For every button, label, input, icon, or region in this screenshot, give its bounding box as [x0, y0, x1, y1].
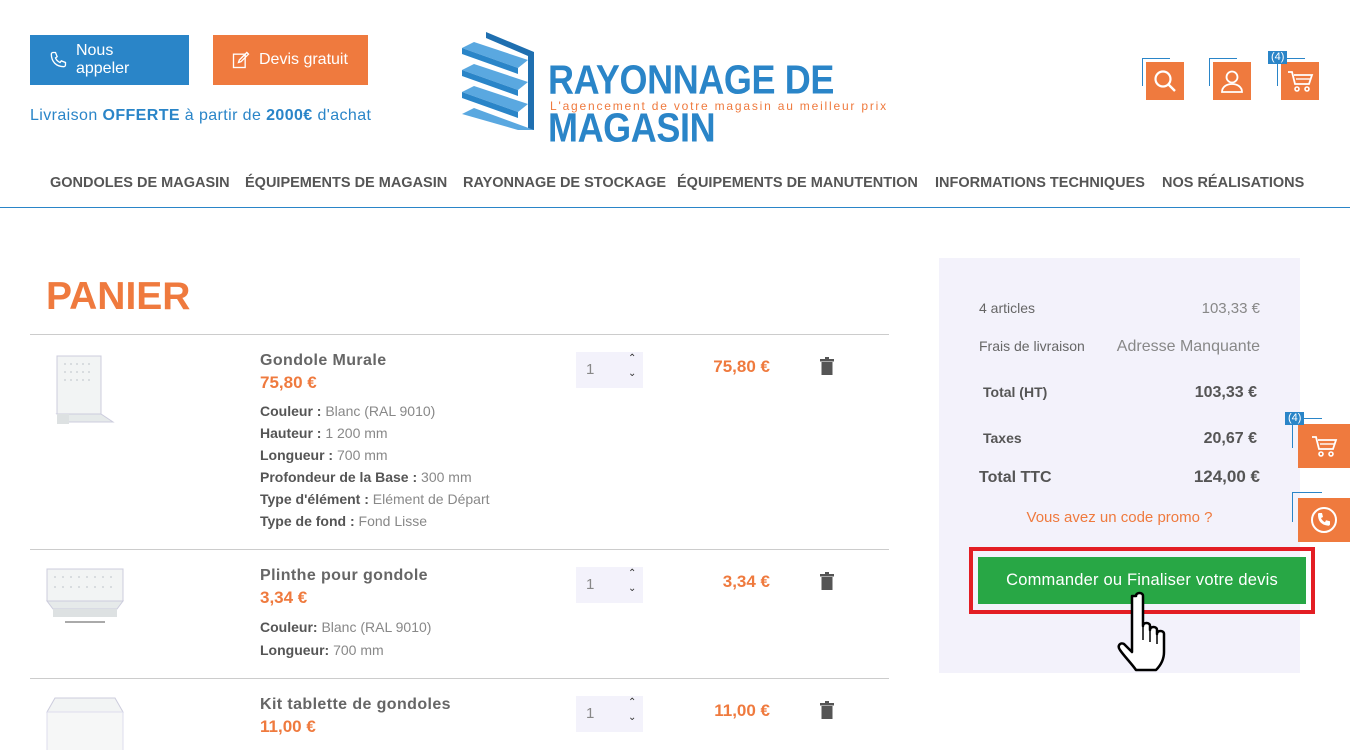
quantity-stepper[interactable]: 1 ⌃ ⌄ [576, 352, 643, 388]
decrement-icon[interactable]: ⌄ [628, 583, 636, 594]
line-total: 3,34 € [722, 572, 770, 591]
cart-item: Gondole Murale 75,80 € Couleur : Blanc (… [30, 352, 889, 542]
nav-informations-techniques[interactable]: INFORMATIONS TECHNIQUES [935, 175, 1145, 191]
quantity-value[interactable]: 1 [586, 361, 594, 378]
increment-icon[interactable]: ⌃ [628, 353, 636, 364]
promo-code-link[interactable]: Vous avez un code promo ? [939, 509, 1300, 526]
phone-icon [50, 51, 67, 68]
summary-value: 103,33 € [1194, 384, 1257, 401]
summary-taxes-row: Taxes 20,67 € [983, 430, 1257, 448]
call-button[interactable]: Nous appeler [30, 35, 189, 85]
nav-gondoles[interactable]: GONDOLES DE MAGASIN [50, 175, 230, 191]
delivery-banner: Livraison OFFERTE à partir de 2000€ d'ac… [30, 107, 372, 124]
decrement-icon[interactable]: ⌄ [628, 712, 636, 723]
divider [30, 334, 889, 335]
cart-item: Plinthe pour gondole 3,34 € Couleur: Bla… [30, 567, 889, 667]
summary-value: 20,67 € [1203, 430, 1257, 447]
divider [30, 549, 889, 550]
page-title: PANIER [46, 275, 191, 318]
nav-rayonnage-stockage[interactable]: RAYONNAGE DE STOCKAGE [463, 175, 666, 191]
increment-icon[interactable]: ⌃ [628, 697, 636, 708]
trash-icon[interactable] [820, 572, 834, 590]
quantity-value[interactable]: 1 [586, 576, 594, 593]
summary-label: Total (HT) [983, 384, 1048, 400]
divider [30, 678, 889, 679]
product-name[interactable]: Plinthe pour gondole [260, 567, 428, 585]
summary-label: Taxes [983, 430, 1022, 446]
product-attribute: Couleur: Blanc (RAL 9010) [260, 619, 432, 635]
product-attribute: Longueur: 700 mm [260, 642, 384, 658]
summary-value: 103,33 € [1201, 300, 1260, 317]
nav-equipements-magasin[interactable]: ÉQUIPEMENTS DE MAGASIN [245, 175, 447, 191]
summary-value: 124,00 € [1193, 467, 1260, 486]
product-attribute: Profondeur de la Base : 300 mm [260, 469, 472, 485]
line-total: 11,00 € [714, 701, 770, 720]
side-cart-button[interactable]: (4) [1285, 412, 1350, 468]
free-quote-label: Devis gratuit [259, 51, 348, 68]
cart-item: Kit tablette de gondoles 11,00 € 1 ⌃ ⌄ 1… [30, 696, 889, 750]
product-unit-price: 75,80 € [260, 373, 317, 392]
nav-realisations[interactable]: NOS RÉALISATIONS [1162, 175, 1304, 191]
summary-label: Total TTC [979, 469, 1052, 486]
product-attribute: Couleur : Blanc (RAL 9010) [260, 403, 436, 419]
product-unit-price: 11,00 € [260, 717, 316, 736]
edit-icon [232, 51, 250, 69]
trash-icon[interactable] [820, 701, 834, 719]
quantity-stepper[interactable]: 1 ⌃ ⌄ [576, 696, 643, 732]
nav-equipements-manutention[interactable]: ÉQUIPEMENTS DE MANUTENTION [677, 175, 918, 191]
product-name[interactable]: Gondole Murale [260, 352, 387, 370]
product-attribute: Longueur : 700 mm [260, 447, 388, 463]
main-navigation: GONDOLES DE MAGASIN ÉQUIPEMENTS DE MAGAS… [0, 160, 1350, 208]
decrement-icon[interactable]: ⌄ [628, 368, 636, 379]
summary-value: Adresse Manquante [1116, 338, 1260, 355]
summary-total-ht-row: Total (HT) 103,33 € [983, 384, 1257, 402]
quantity-value[interactable]: 1 [586, 705, 594, 722]
side-cart-count-badge: (4) [1285, 412, 1305, 425]
pointer-hand-icon [1117, 591, 1166, 672]
site-logo[interactable]: RAYONNAGE DE MAGASIN L'agencement de vot… [458, 30, 898, 151]
shelving-logo-icon [462, 32, 534, 130]
increment-icon[interactable]: ⌃ [628, 568, 636, 579]
free-quote-button[interactable]: Devis gratuit [213, 35, 368, 85]
quantity-stepper[interactable]: 1 ⌃ ⌄ [576, 567, 643, 603]
search-button[interactable] [1142, 58, 1184, 100]
summary-label: 4 articles [979, 300, 1036, 316]
product-unit-price: 3,34 € [260, 588, 308, 607]
product-attribute: Type de fond : Fond Lisse [260, 513, 427, 529]
product-name[interactable]: Kit tablette de gondoles [260, 696, 451, 714]
logo-subtitle: L'agencement de votre magasin au meilleu… [550, 99, 888, 113]
summary-label: Frais de livraison [979, 338, 1085, 354]
trash-icon[interactable] [820, 357, 834, 375]
product-image [55, 355, 115, 424]
call-button-label: Nous appeler [75, 42, 130, 77]
product-attribute: Type d'élément : Elément de Départ [260, 491, 490, 507]
summary-total-ttc-row: Total TTC 124,00 € [979, 467, 1260, 487]
cart-count-badge: (4) [1268, 51, 1288, 64]
product-image [46, 697, 124, 750]
account-button[interactable] [1209, 58, 1251, 100]
summary-articles-row: 4 articles 103,33 € [979, 300, 1260, 317]
side-phone-button[interactable] [1292, 492, 1350, 542]
cart-button[interactable]: (4) [1268, 51, 1319, 100]
summary-shipping-row: Frais de livraison Adresse Manquante [979, 338, 1260, 356]
product-image [46, 568, 124, 623]
line-total: 75,80 € [713, 357, 770, 376]
product-attribute: Hauteur : 1 200 mm [260, 425, 388, 441]
